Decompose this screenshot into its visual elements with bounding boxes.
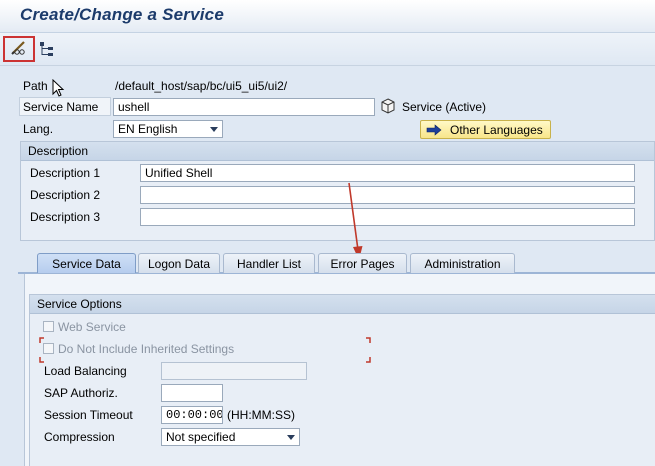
description-3-input[interactable]	[140, 208, 635, 226]
session-timeout-input[interactable]: 00:00:00	[161, 406, 223, 424]
other-languages-button[interactable]: Other Languages	[420, 120, 551, 139]
arrow-right-icon	[426, 124, 442, 136]
load-balancing-label: Load Balancing	[44, 364, 127, 378]
description-3-label: Description 3	[30, 210, 101, 224]
highlight-brackets	[39, 337, 371, 363]
description-1-input[interactable]: Unified Shell	[140, 164, 635, 182]
tab-administration[interactable]: Administration	[410, 253, 515, 273]
display-change-button[interactable]	[3, 36, 35, 62]
lang-select[interactable]: EN English	[113, 120, 223, 138]
annotation-arrow	[348, 182, 363, 260]
sap-authoriz-input[interactable]	[161, 384, 223, 402]
hierarchy-icon	[40, 42, 53, 56]
description-2-input[interactable]	[140, 186, 635, 204]
compression-select[interactable]: Not specified	[161, 428, 300, 446]
session-timeout-format: (HH:MM:SS)	[227, 408, 295, 422]
tab-handler-list[interactable]: Handler List	[223, 253, 315, 273]
window-title: Create/Change a Service	[20, 5, 224, 24]
pencil-glasses-icon	[11, 41, 25, 55]
web-service-checkbox-row[interactable]	[43, 321, 54, 335]
other-languages-label: Other Languages	[450, 123, 543, 137]
service-options-header: Service Options	[30, 295, 655, 314]
lang-select-value: EN English	[118, 122, 178, 136]
compression-label: Compression	[44, 430, 115, 444]
service-name-input[interactable]: ushell	[113, 98, 375, 116]
web-service-label: Web Service	[58, 320, 126, 334]
description-2-label: Description 2	[30, 188, 101, 202]
toolbar	[0, 33, 655, 66]
description-header: Description	[21, 142, 654, 161]
lang-label: Lang.	[23, 122, 54, 136]
hierarchy-button[interactable]	[38, 40, 56, 58]
mouse-cursor-icon	[52, 79, 65, 97]
path-value: /default_host/sap/bc/ui5_ui5/ui2/	[115, 79, 288, 93]
load-balancing-input[interactable]	[161, 362, 307, 380]
compression-select-value: Not specified	[166, 430, 236, 444]
service-status: Service (Active)	[402, 100, 487, 114]
service-cube-icon	[381, 98, 395, 114]
session-timeout-label: Session Timeout	[44, 408, 133, 422]
description-1-label: Description 1	[30, 166, 101, 180]
chevron-down-icon	[210, 127, 218, 132]
path-label: Path	[23, 79, 48, 93]
tab-logon-data[interactable]: Logon Data	[138, 253, 220, 273]
sap-authoriz-label: SAP Authoriz.	[44, 386, 118, 400]
tab-service-data[interactable]: Service Data	[37, 253, 136, 273]
chevron-down-icon	[287, 435, 295, 440]
service-name-label: Service Name	[23, 100, 99, 114]
web-service-checkbox[interactable]	[43, 321, 54, 332]
tab-error-pages[interactable]: Error Pages	[318, 253, 407, 273]
